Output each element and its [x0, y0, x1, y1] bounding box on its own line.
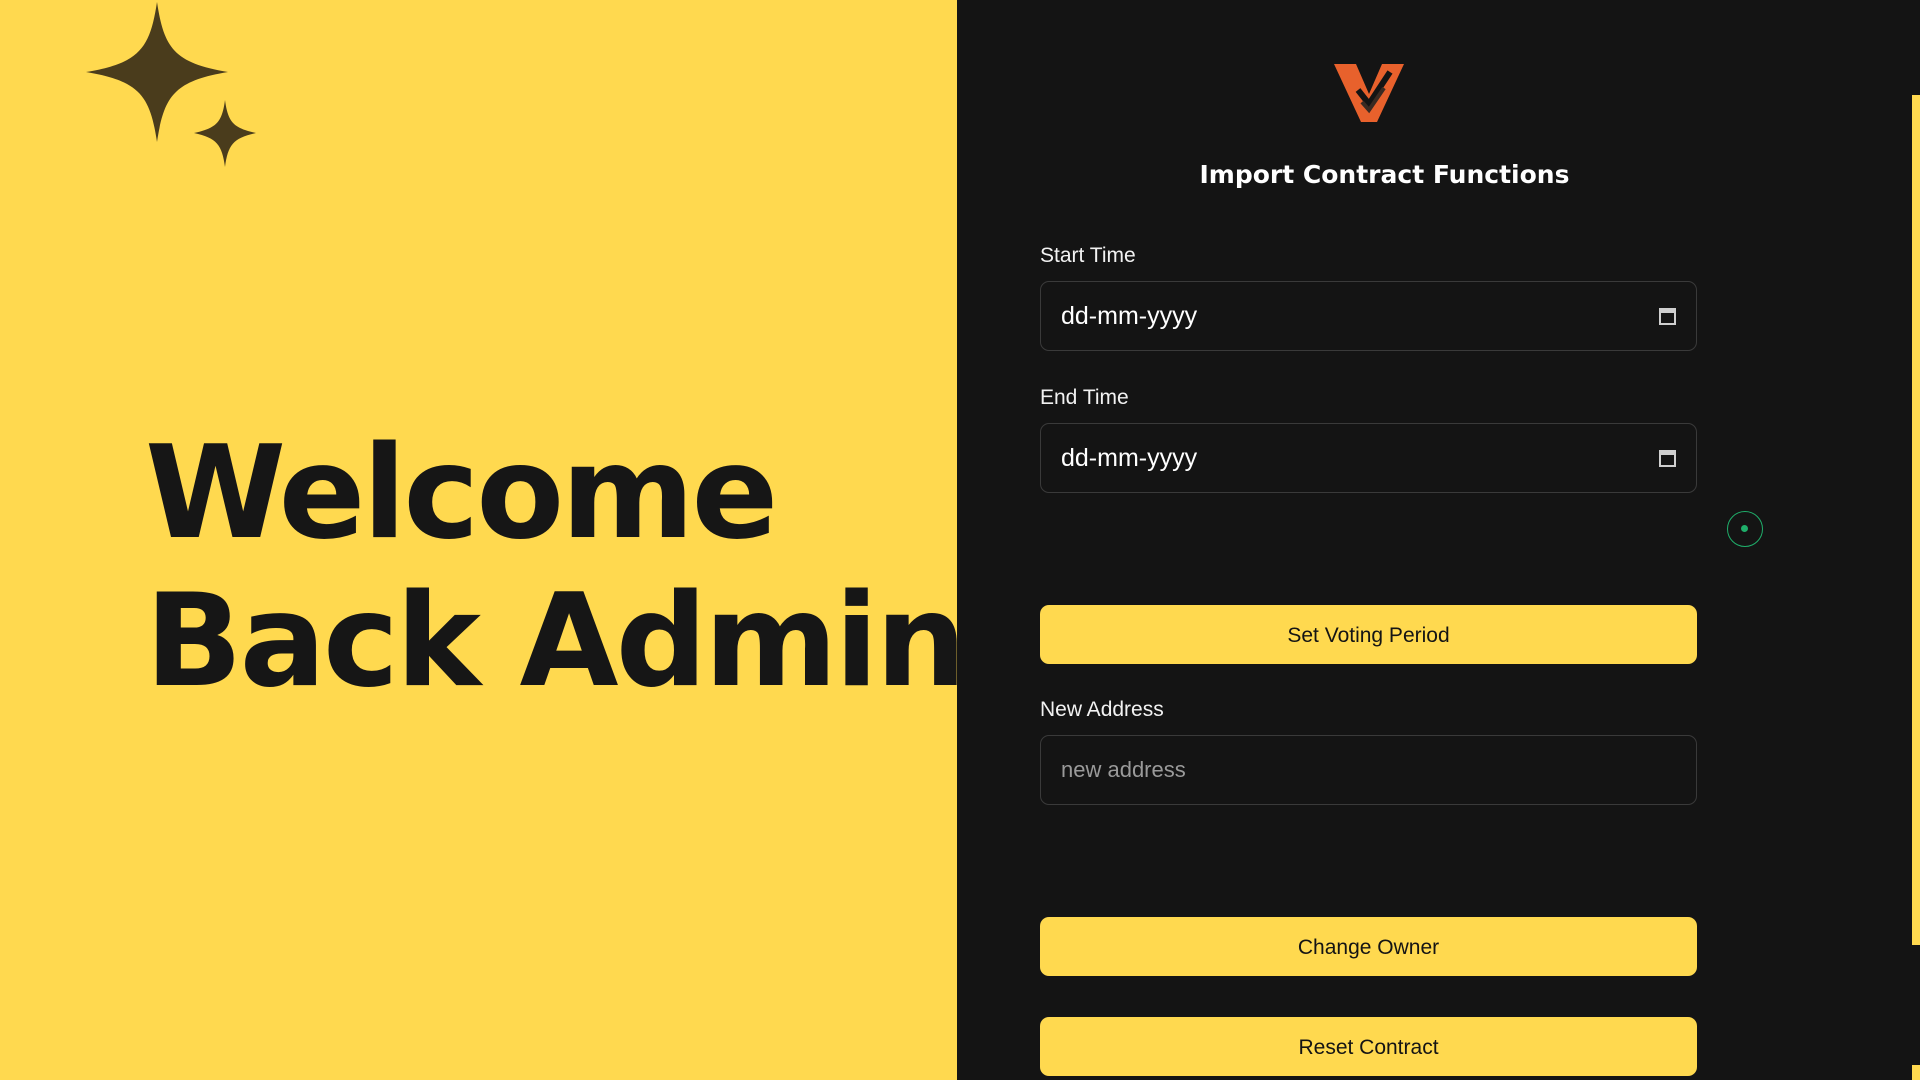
set-voting-period-button[interactable]: Set Voting Period — [1040, 605, 1697, 664]
calendar-icon[interactable] — [1659, 307, 1676, 325]
new-address-input[interactable] — [1041, 736, 1696, 804]
start-time-label: Start Time — [1040, 244, 1136, 267]
start-time-value: dd-mm-yyyy — [1061, 302, 1198, 330]
reset-contract-button[interactable]: Reset Contract — [1040, 1017, 1697, 1076]
welcome-panel: Welcome Back Admin! — [0, 0, 1022, 1080]
calendar-icon[interactable] — [1659, 449, 1676, 467]
scrollbar[interactable] — [1912, 95, 1920, 945]
vote-logo-icon — [1334, 64, 1404, 122]
welcome-line-2: Back Admin! — [145, 567, 1022, 716]
new-address-label: New Address — [1040, 698, 1164, 721]
form-title: Import Contract Functions — [1199, 160, 1570, 189]
welcome-line-1: Welcome — [145, 419, 778, 568]
form-panel: Import Contract Functions Start Time dd-… — [957, 0, 1920, 1080]
scrollbar-end — [1912, 1065, 1920, 1080]
sparkles-icon — [86, 2, 256, 167]
new-address-field — [1040, 735, 1697, 805]
start-time-input[interactable]: dd-mm-yyyy — [1040, 281, 1697, 351]
welcome-heading: Welcome Back Admin! — [145, 419, 1022, 716]
change-owner-button[interactable]: Change Owner — [1040, 917, 1697, 976]
status-indicator-icon — [1727, 511, 1763, 547]
end-time-value: dd-mm-yyyy — [1061, 444, 1198, 472]
end-time-input[interactable]: dd-mm-yyyy — [1040, 423, 1697, 493]
end-time-label: End Time — [1040, 386, 1129, 409]
